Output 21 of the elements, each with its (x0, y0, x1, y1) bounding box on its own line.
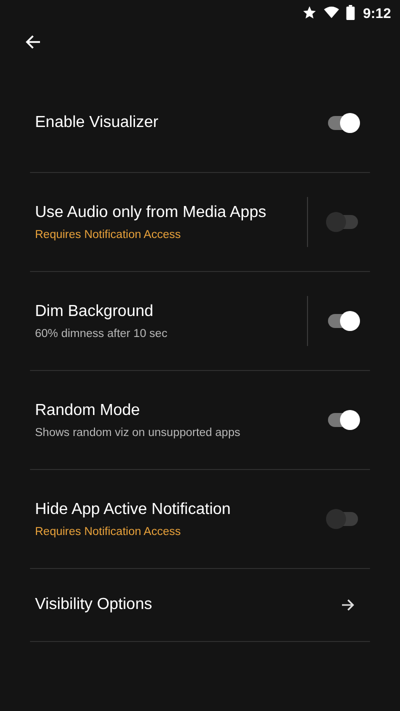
setting-title: Use Audio only from Media Apps (35, 204, 268, 222)
setting-title: Random Mode (35, 402, 141, 420)
setting-subtitle: Requires Notification Access (35, 526, 182, 538)
wifi-icon (322, 5, 340, 20)
setting-title: Enable Visualizer (35, 114, 160, 132)
setting-subtitle: 60% dimness after 10 sec (35, 328, 168, 340)
back-arrow-icon[interactable] (25, 34, 41, 50)
setting-title: Visibility Options (35, 596, 154, 614)
setting-title: Dim Background (35, 302, 154, 320)
toggle-switch[interactable] (328, 512, 358, 526)
toggle-switch[interactable] (328, 314, 358, 328)
star-icon (302, 5, 317, 20)
battery-icon (346, 5, 355, 20)
status-time: 9:12 (362, 4, 391, 20)
setting-subtitle: Shows random viz on unsupported apps (35, 426, 242, 438)
toggle-switch[interactable] (328, 116, 358, 130)
arrow-right-icon[interactable] (341, 598, 355, 612)
setting-title: Hide App Active Notification (35, 500, 232, 518)
toggle-switch[interactable] (328, 413, 358, 427)
toggle-switch[interactable] (328, 215, 358, 229)
setting-subtitle: Requires Notification Access (35, 228, 182, 240)
